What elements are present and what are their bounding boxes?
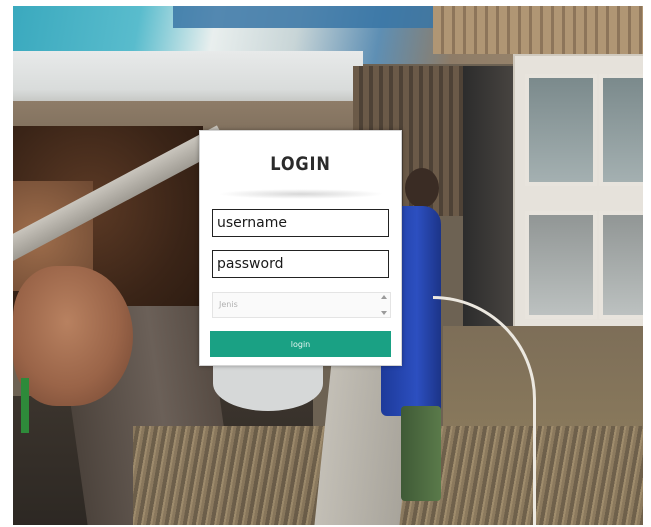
- bg-cabinet-window: [525, 211, 597, 319]
- login-button[interactable]: login: [210, 331, 391, 357]
- bg-cabinet-window: [599, 74, 643, 186]
- bg-white-tarp: [13, 51, 363, 106]
- bg-roof: [433, 6, 643, 54]
- login-panel: LOGIN Jenis login: [199, 130, 402, 366]
- select-arrows-icon: [380, 295, 388, 315]
- arrow-down-icon: [381, 311, 387, 315]
- login-title: LOGIN: [270, 153, 331, 175]
- username-field[interactable]: [212, 209, 389, 237]
- role-select[interactable]: Jenis: [212, 292, 391, 318]
- role-select-value: Jenis: [219, 300, 238, 309]
- title-divider: [218, 189, 384, 199]
- bg-cabinet-window: [599, 211, 643, 319]
- password-field[interactable]: [212, 250, 389, 278]
- arrow-up-icon: [381, 295, 387, 299]
- bg-rope: [21, 378, 29, 433]
- bg-cattle-head: [13, 266, 133, 406]
- bg-cabinet-window: [525, 74, 597, 186]
- bg-tarp-shadow: [173, 6, 433, 28]
- bg-person-head: [405, 168, 439, 208]
